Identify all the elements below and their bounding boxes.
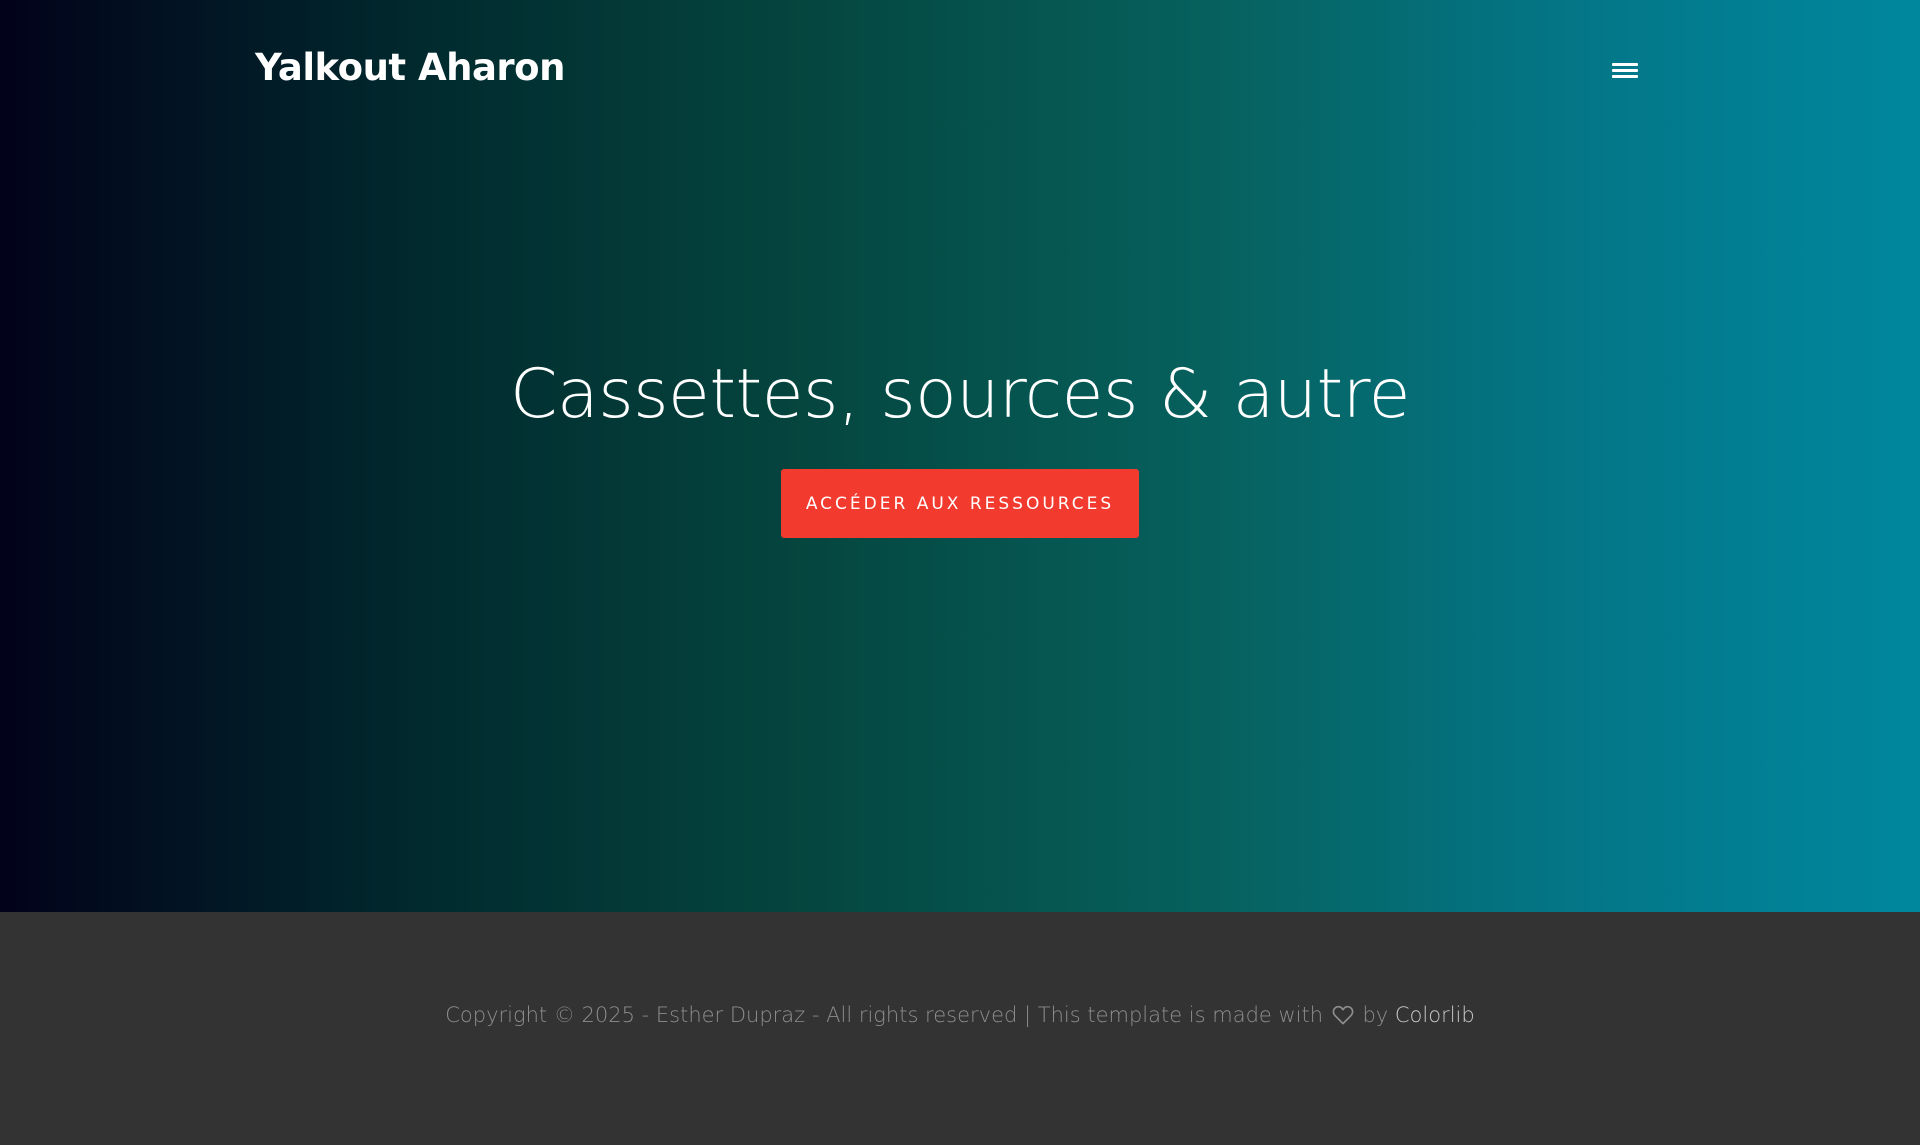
footer: Copyright © 2025 - Esther Dupraz - All r… <box>0 912 1920 1145</box>
heart-outline-icon <box>1332 1005 1354 1030</box>
footer-copyright: Copyright © 2025 - Esther Dupraz - All r… <box>0 1003 1920 1030</box>
copyright-text: Copyright © 2025 - Esther Dupraz - All r… <box>445 1003 1324 1027</box>
access-resources-button[interactable]: ACCÉDER AUX RESSOURCES <box>781 469 1139 538</box>
hamburger-menu-icon-line <box>1612 63 1638 66</box>
hero-section: Yalkout Aharon Cassettes, sources & autr… <box>0 0 1920 912</box>
hamburger-menu-icon-line <box>1612 69 1638 72</box>
by-text: by <box>1362 1003 1389 1027</box>
hero-title: Cassettes, sources & autre <box>510 355 1410 434</box>
colorlib-link[interactable]: Colorlib <box>1395 1003 1475 1027</box>
site-brand[interactable]: Yalkout Aharon <box>255 46 565 89</box>
hamburger-menu-button[interactable] <box>1608 56 1642 86</box>
hamburger-menu-icon-line <box>1612 75 1638 78</box>
